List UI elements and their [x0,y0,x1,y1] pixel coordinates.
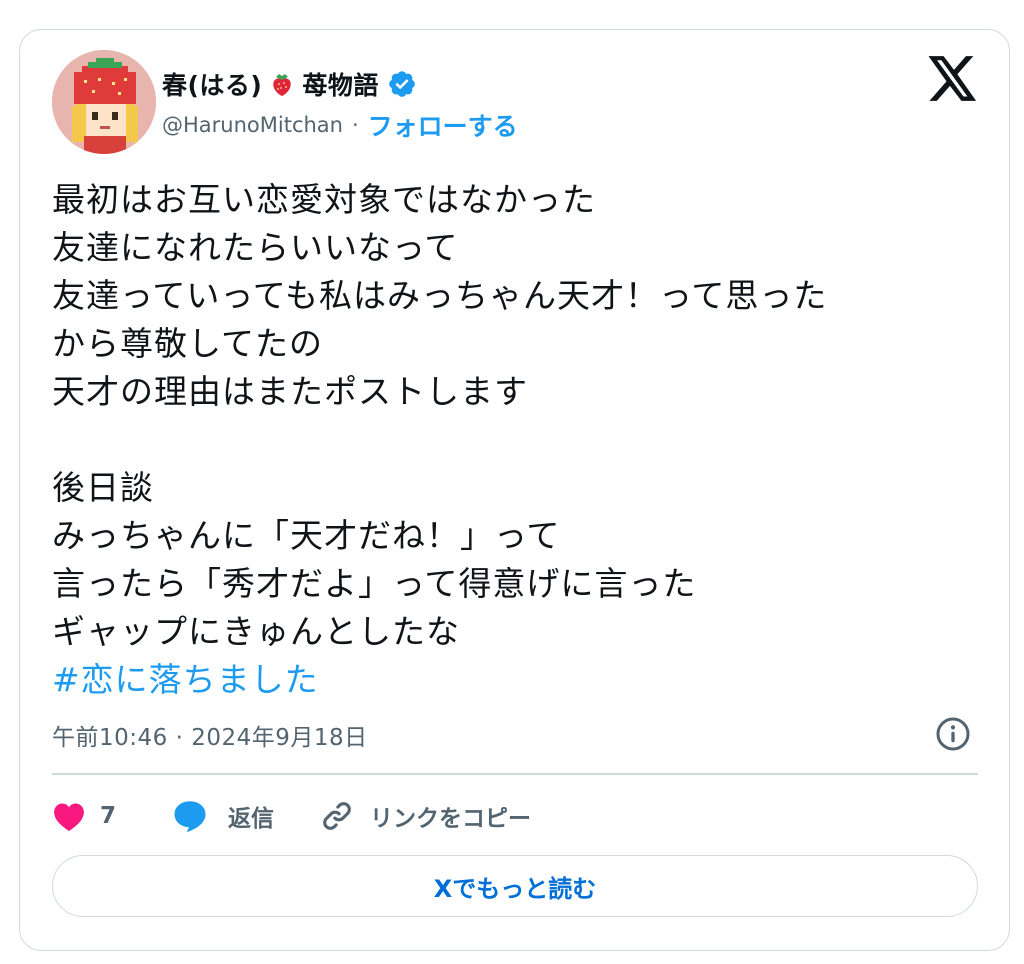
display-name[interactable]: 春(はる) [162,66,262,102]
user-handle[interactable]: @HarunoMitchan [162,113,343,137]
read-more-button[interactable]: Xでもっと読む [52,855,978,917]
display-name-suffix[interactable]: 苺物語 [302,66,379,102]
link-icon [323,802,351,830]
handle-row: @HarunoMitchan · フォローする [162,108,518,142]
copy-link-label: リンクをコピー [370,806,532,832]
avatar[interactable] [52,50,156,154]
timestamp-link[interactable]: 午前10:46 · 2024年9月18日 [52,718,368,752]
info-icon[interactable] [935,716,971,752]
like-button[interactable]: 7 [52,800,116,832]
tweet-line: 言ったら「秀才だよ」って得意げに言った [52,564,697,603]
follow-button[interactable]: フォローする [368,107,518,143]
tweet-line: ギャップにきゅんとしたな [52,612,460,651]
reply-button[interactable]: 返信 [172,799,274,833]
tweet-line: 最初はお互い恋愛対象ではなかった [52,180,596,219]
tweet-line: 友達っていっても私はみっちゃん天才！って思った [52,276,828,315]
tweet-line: 後日談 [52,468,154,507]
read-more-label: Xでもっと読む [433,874,597,903]
reply-bubble-icon [174,801,206,833]
tweet-line: 天才の理由はまたポストします [52,372,528,411]
heart-icon [54,803,84,832]
action-bar: 7 返信 リンクをコピー [52,796,531,836]
avatar-image [52,50,156,154]
reply-label: 返信 [228,806,275,832]
strawberry-icon [270,71,294,97]
tweet-line: 友達になれたらいいなって [52,228,459,267]
like-count: 7 [100,803,117,829]
divider [52,773,978,775]
tweet-text: 最初はお互い恋愛対象ではなかった 友達になれたらいいなって 友達っていっても私は… [52,176,982,704]
tweet-line: から尊敬してたの [52,324,324,363]
copy-link-button[interactable]: リンクをコピー [320,799,531,833]
display-name-row[interactable]: 春(はる) 苺物語 [162,64,417,104]
x-logo-icon[interactable] [928,56,978,102]
tweet-line: みっちゃんに「天才だね！」って [52,516,561,555]
hashtag-link[interactable]: #恋に落ちました [52,656,982,704]
separator-dot: · [351,113,359,137]
verified-badge-icon [387,69,417,99]
